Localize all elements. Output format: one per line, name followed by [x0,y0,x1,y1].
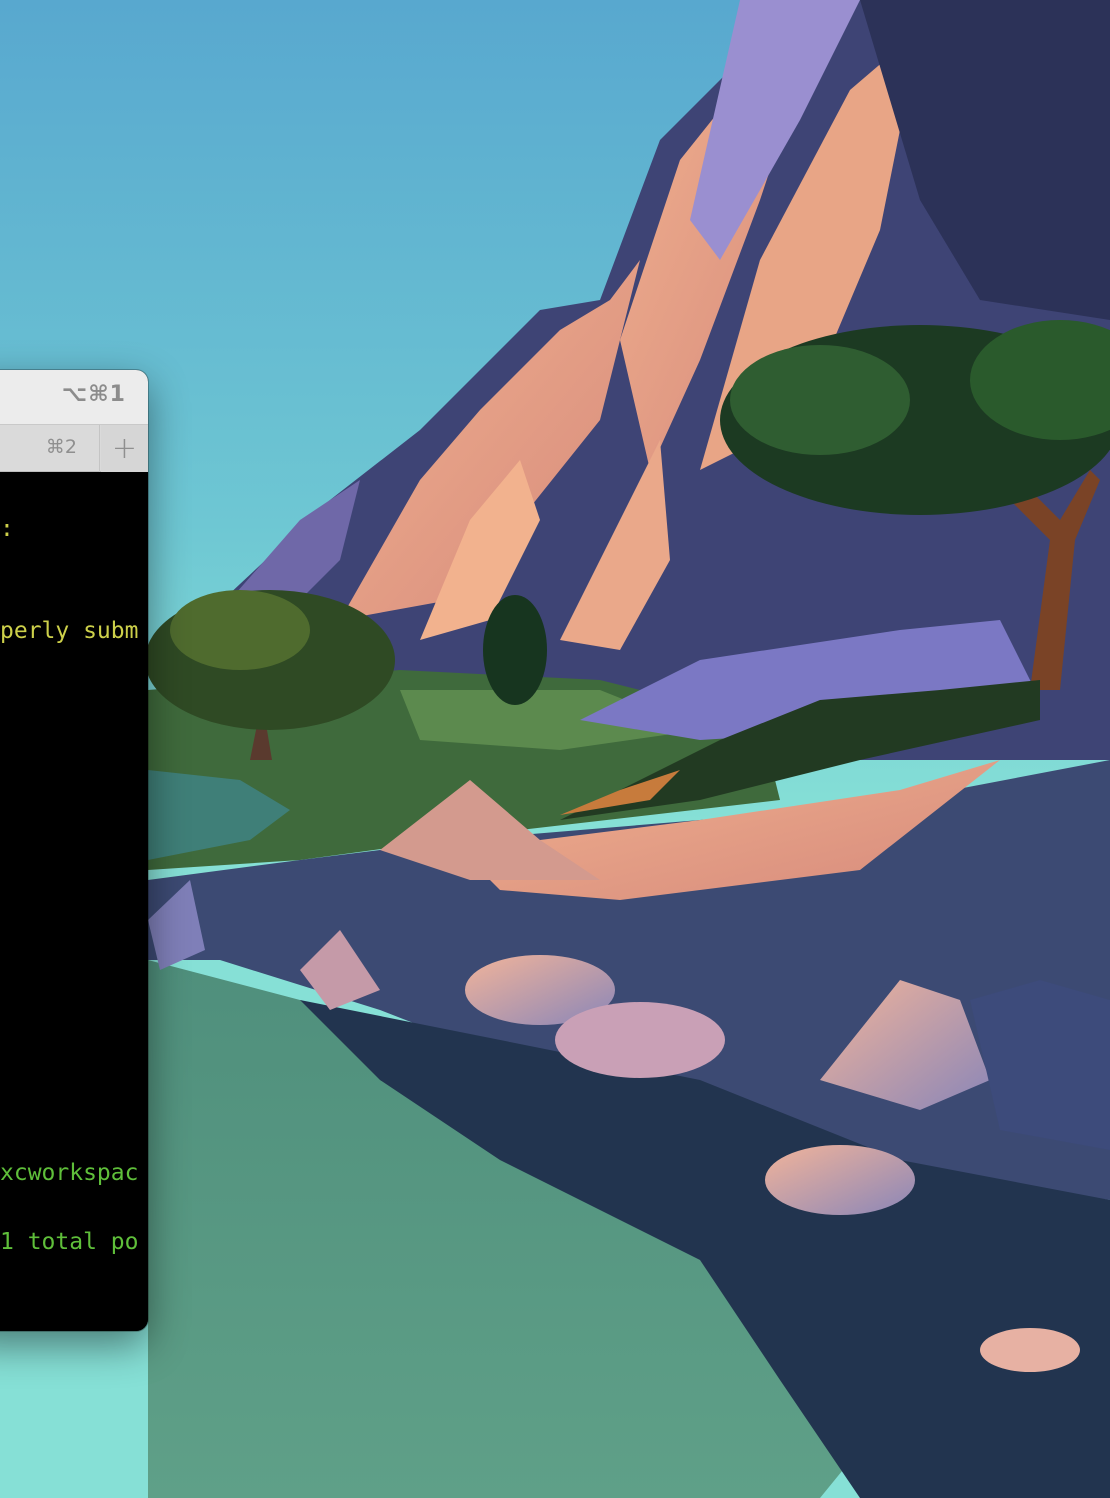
terminal-titlebar[interactable]: ⌥⌘1 [0,370,148,424]
boulder-3 [765,1145,915,1215]
terminal-tab-bar: ⌘2 + [0,424,148,472]
terminal-tab-2[interactable]: ⌘2 [0,425,100,472]
window-shortcut-label: ⌥⌘1 [61,382,126,407]
terminal-line: perly subm [0,618,139,644]
terminal-output[interactable]: : perly subm xcworkspac 1 total po [0,472,148,1331]
tree-small [483,595,547,705]
terminal-line: xcworkspac [0,1160,139,1186]
terminal-line: 1 total po [0,1229,139,1255]
boulder-7 [980,1328,1080,1372]
terminal-window[interactable]: ⌥⌘1 ⌘2 + : perly subm xcworkspac 1 total… [0,370,148,1331]
terminal-line: : [0,516,14,542]
new-tab-button[interactable]: + [101,425,148,472]
boulder-2 [555,1002,725,1078]
plus-icon: + [111,431,138,466]
tree-right-canopy-3 [730,345,910,455]
tab-shortcut-label: ⌘2 [45,436,77,458]
tree-left-canopy-2 [170,590,310,670]
desktop-wallpaper [0,0,1110,1498]
